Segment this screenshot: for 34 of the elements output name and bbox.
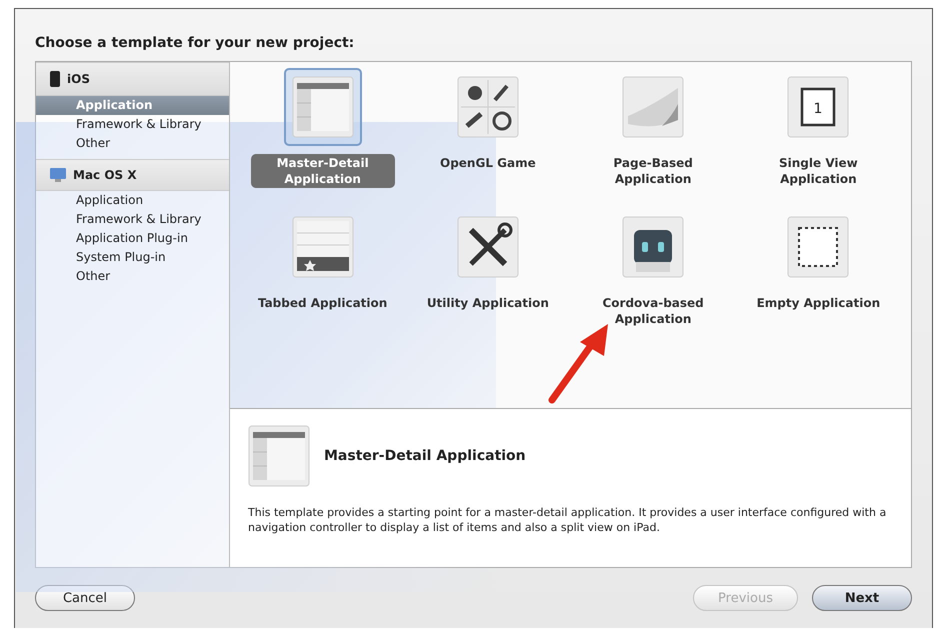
template-icon-frame[interactable]: 1 (779, 68, 858, 146)
single-view-icon: 1 (787, 76, 850, 138)
detail-title: Master-Detail Application (324, 448, 526, 464)
sidebar-item[interactable]: Other (36, 134, 229, 153)
template-label[interactable]: OpenGL Game (433, 154, 543, 172)
template-label[interactable]: Empty Application (750, 294, 888, 312)
sidebar-item[interactable]: Framework & Library (36, 210, 229, 229)
cancel-button[interactable]: Cancel (35, 585, 135, 612)
template-label[interactable]: Tabbed Application (250, 294, 394, 312)
next-button[interactable]: Next (812, 585, 912, 612)
template-label[interactable]: Page-Based Application (581, 154, 726, 188)
sidebar-section-header[interactable]: Mac OS X (36, 159, 229, 191)
game-pieces-icon (456, 76, 519, 138)
phone-icon (50, 71, 60, 87)
template-label[interactable]: Master-Detail Application (250, 154, 395, 188)
sidebar-item[interactable]: Application Plug-in (36, 229, 229, 248)
dialog-heading: Choose a template for your new project: (35, 35, 356, 51)
master-detail-icon (248, 425, 310, 487)
page-curl-icon (622, 76, 684, 138)
sidebar-item[interactable]: Application (36, 191, 229, 210)
computer-icon (50, 168, 66, 182)
sidebar-section-header[interactable]: iOS (36, 62, 229, 96)
template-label[interactable]: Cordova-based Application (581, 294, 726, 328)
dashed-frame-icon (787, 216, 850, 278)
sidebar-item[interactable]: System Plug-in (36, 248, 229, 267)
template-label[interactable]: Single View Application (746, 154, 890, 188)
sidebar-item[interactable]: Framework & Library (36, 115, 229, 134)
template-label[interactable]: Utility Application (420, 294, 556, 312)
tools-icon (456, 216, 519, 278)
robot-icon (622, 216, 684, 278)
master-detail-icon (292, 76, 354, 138)
tabbed-icon (292, 216, 354, 278)
detail-description: This template provides a starting point for a master-detail application. It provides a user interface configured with a navigation controller to display a list of items and also a split view on iPad. (248, 505, 888, 535)
sidebar-item[interactable]: Other (36, 267, 229, 286)
